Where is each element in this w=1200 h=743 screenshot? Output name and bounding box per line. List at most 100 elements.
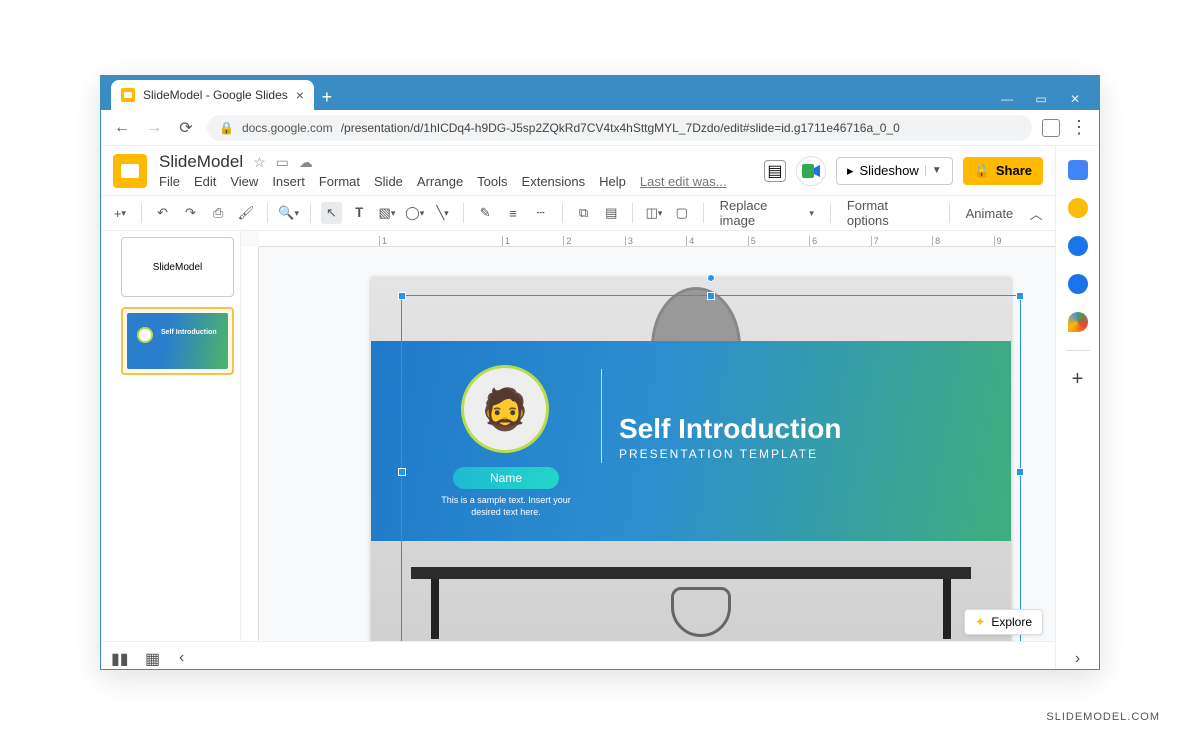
menu-file[interactable]: File bbox=[159, 174, 180, 189]
replace-image-button[interactable]: Replace image▾ bbox=[714, 198, 820, 228]
resize-handle[interactable] bbox=[1016, 292, 1024, 300]
new-tab-button[interactable]: + bbox=[314, 84, 340, 110]
side-panel: + › bbox=[1055, 146, 1099, 669]
calendar-icon[interactable] bbox=[1068, 160, 1088, 180]
print-button[interactable]: ⎙ bbox=[207, 202, 229, 224]
url-host: docs.google.com bbox=[242, 121, 333, 135]
menu-insert[interactable]: Insert bbox=[272, 174, 305, 189]
grid-view-icon[interactable]: ▦ bbox=[145, 649, 163, 663]
url-path: /presentation/d/1hICDq4-h9DG-J5sp2ZQkRd7… bbox=[341, 121, 900, 135]
window-controls: — ▭ ✕ bbox=[983, 88, 1099, 110]
url-input[interactable]: 🔒 docs.google.com/presentation/d/1hICDq4… bbox=[207, 115, 1032, 141]
minimize-icon[interactable]: — bbox=[993, 92, 1021, 106]
status-bar: ▮▮ ▦ ‹ bbox=[101, 641, 1055, 669]
collapse-toolbar-icon[interactable]: ︿ bbox=[1025, 202, 1047, 224]
hide-side-panel-icon[interactable]: › bbox=[1068, 649, 1088, 669]
move-icon[interactable]: ▭ bbox=[276, 154, 289, 171]
menu-view[interactable]: View bbox=[230, 174, 258, 189]
comments-icon[interactable]: ▤ bbox=[764, 160, 786, 182]
shape-tool[interactable]: ◯▾ bbox=[404, 202, 426, 224]
menu-help[interactable]: Help bbox=[599, 174, 626, 189]
slide-canvas[interactable]: 1123456789 🧔 Name bbox=[241, 231, 1055, 641]
slides-favicon-icon bbox=[121, 88, 135, 102]
reload-button[interactable]: ⟳ bbox=[175, 118, 197, 138]
star-icon[interactable]: ☆ bbox=[253, 154, 266, 171]
meet-icon[interactable] bbox=[796, 156, 826, 186]
close-window-icon[interactable]: ✕ bbox=[1061, 92, 1089, 106]
menu-edit[interactable]: Edit bbox=[194, 174, 216, 189]
menu-extensions[interactable]: Extensions bbox=[522, 174, 586, 189]
address-bar: ← → ⟳ 🔒 docs.google.com/presentation/d/1… bbox=[101, 110, 1099, 146]
maps-icon[interactable] bbox=[1068, 312, 1088, 332]
extension-icon[interactable] bbox=[1042, 119, 1060, 137]
horizontal-ruler: 1123456789 bbox=[259, 231, 1055, 247]
new-slide-button[interactable]: +▾ bbox=[109, 202, 131, 224]
toolbar: +▾ ↶ ↷ ⎙ 🖌 🔍▾ ↖ 𝐓 ▧▾ ◯▾ ╲▾ ✎ ≡ ┄ ⧉ bbox=[101, 195, 1055, 231]
cloud-status-icon[interactable]: ☁ bbox=[299, 154, 313, 171]
browser-menu-icon[interactable]: ⋮ bbox=[1070, 117, 1089, 138]
rotate-handle[interactable] bbox=[707, 274, 715, 282]
explore-icon: ✦ bbox=[975, 615, 985, 629]
slideshow-button[interactable]: ▸ Slideshow▼ bbox=[836, 157, 953, 185]
redo-button[interactable]: ↷ bbox=[180, 202, 202, 224]
menu-arrange[interactable]: Arrange bbox=[417, 174, 463, 189]
collapse-panel-icon[interactable]: ‹ bbox=[179, 649, 197, 663]
crop-button[interactable]: ◫▾ bbox=[643, 202, 665, 224]
comment-button[interactable]: ▤ bbox=[600, 202, 622, 224]
undo-button[interactable]: ↶ bbox=[152, 202, 174, 224]
browser-tab[interactable]: SlideModel - Google Slides × bbox=[111, 80, 314, 110]
thumb-1-text: SlideModel bbox=[122, 238, 233, 296]
doc-header: SlideModel ☆ ▭ ☁ File Edit View Insert F… bbox=[101, 146, 1055, 195]
filmstrip-view-icon[interactable]: ▮▮ bbox=[111, 649, 129, 663]
slideshow-label: Slideshow bbox=[860, 163, 919, 178]
menu-tools[interactable]: Tools bbox=[477, 174, 507, 189]
tasks-icon[interactable] bbox=[1068, 236, 1088, 256]
vertical-ruler bbox=[241, 247, 259, 641]
selection-box[interactable] bbox=[401, 295, 1021, 641]
zoom-button[interactable]: 🔍▾ bbox=[278, 202, 300, 224]
share-button[interactable]: 🔒 Share bbox=[963, 157, 1043, 185]
back-button[interactable]: ← bbox=[111, 119, 133, 137]
menu-format[interactable]: Format bbox=[319, 174, 360, 189]
slide-thumb-1[interactable]: SlideModel bbox=[121, 237, 234, 297]
animate-button[interactable]: Animate bbox=[960, 206, 1020, 221]
border-color-button[interactable]: ✎ bbox=[474, 202, 496, 224]
contacts-icon[interactable] bbox=[1068, 274, 1088, 294]
add-addon-icon[interactable]: + bbox=[1068, 369, 1088, 389]
forward-button[interactable]: → bbox=[143, 119, 165, 137]
browser-window: SlideModel - Google Slides × + — ▭ ✕ ← →… bbox=[100, 75, 1100, 670]
last-edit-link[interactable]: Last edit was... bbox=[640, 174, 727, 189]
paint-format-button[interactable]: 🖌 bbox=[235, 202, 257, 224]
line-tool[interactable]: ╲▾ bbox=[432, 202, 454, 224]
doc-title[interactable]: SlideModel bbox=[159, 152, 243, 172]
image-tool[interactable]: ▧▾ bbox=[376, 202, 398, 224]
mask-button[interactable]: ▢ bbox=[671, 202, 693, 224]
tab-title: SlideModel - Google Slides bbox=[143, 88, 288, 102]
explore-label: Explore bbox=[991, 615, 1032, 629]
format-options-button[interactable]: Format options bbox=[841, 198, 939, 228]
slides-logo-icon[interactable] bbox=[113, 154, 147, 188]
border-dash-button[interactable]: ┄ bbox=[530, 202, 552, 224]
window-title-bar: SlideModel - Google Slides × + — ▭ ✕ bbox=[101, 76, 1099, 110]
resize-handle[interactable] bbox=[398, 468, 406, 476]
menu-bar: File Edit View Insert Format Slide Arran… bbox=[159, 174, 752, 189]
watermark: SLIDEMODEL.COM bbox=[1046, 711, 1160, 723]
slideshow-dropdown-icon[interactable]: ▼ bbox=[925, 165, 942, 176]
textbox-tool[interactable]: 𝐓 bbox=[348, 202, 370, 224]
resize-handle[interactable] bbox=[398, 292, 406, 300]
select-tool[interactable]: ↖ bbox=[321, 202, 343, 224]
keep-icon[interactable] bbox=[1068, 198, 1088, 218]
slide-thumb-2[interactable]: Self Introduction bbox=[121, 307, 234, 375]
close-tab-icon[interactable]: × bbox=[296, 87, 304, 103]
slide-content: 🧔 Name This is a sample text. Insert you… bbox=[371, 277, 1011, 641]
share-label: Share bbox=[996, 163, 1032, 178]
lock-icon: 🔒 bbox=[219, 121, 234, 135]
resize-handle[interactable] bbox=[707, 292, 715, 300]
menu-slide[interactable]: Slide bbox=[374, 174, 403, 189]
maximize-icon[interactable]: ▭ bbox=[1027, 92, 1055, 106]
resize-handle[interactable] bbox=[1016, 468, 1024, 476]
border-weight-button[interactable]: ≡ bbox=[502, 202, 524, 224]
slide-thumbnails: 1 SlideModel 2 Self Introduction bbox=[101, 231, 241, 641]
explore-button[interactable]: ✦ Explore bbox=[964, 609, 1043, 635]
link-button[interactable]: ⧉ bbox=[573, 202, 595, 224]
